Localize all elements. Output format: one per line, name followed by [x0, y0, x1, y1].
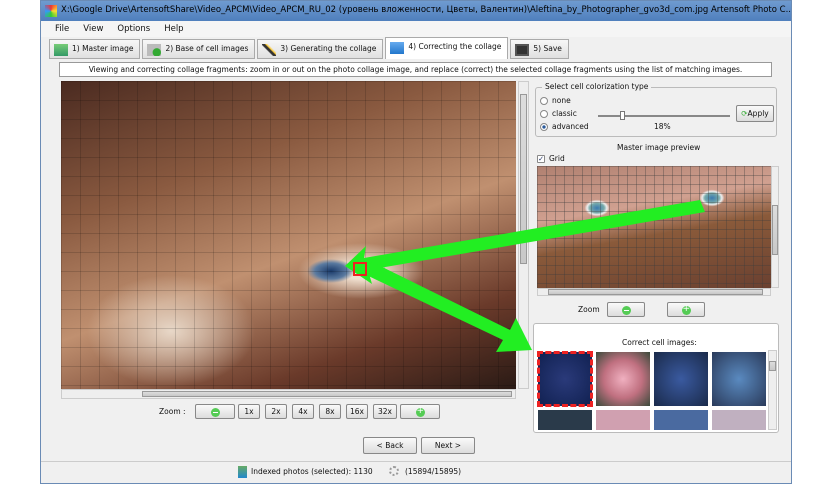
zoom-out-icon [621, 306, 631, 315]
indexed-photos-status: Indexed photos (selected): 1130 [251, 467, 373, 476]
zoom-8x-button[interactable]: 8x [319, 404, 341, 419]
cell-image[interactable] [654, 352, 708, 406]
status-bar: Indexed photos (selected): 1130 (15894/1… [41, 461, 791, 483]
checkbox-checked-icon: ✓ [537, 154, 545, 163]
colorization-slider[interactable] [598, 111, 730, 120]
zoom-16x-button[interactable]: 16x [346, 404, 368, 419]
preview-title: Master image preview [617, 143, 701, 152]
cell-image[interactable] [596, 352, 650, 406]
menu-help[interactable]: Help [164, 24, 183, 37]
zoom-1x-button[interactable]: 1x [238, 404, 260, 419]
cell-image[interactable] [712, 352, 766, 406]
database-add-icon [147, 44, 162, 56]
radio-advanced[interactable]: advanced [540, 122, 589, 131]
next-button[interactable]: Next > [421, 437, 475, 454]
zoom-out-button[interactable] [195, 404, 235, 419]
menu-bar: File View Options Help [41, 21, 791, 37]
selected-cell[interactable] [353, 262, 367, 276]
tab-correcting-collage[interactable]: 4) Correcting the collage [385, 37, 509, 59]
menu-options[interactable]: Options [117, 24, 150, 37]
menu-file[interactable]: File [55, 24, 69, 37]
indexed-photos-icon [238, 466, 247, 478]
collage-hscroll[interactable] [61, 389, 516, 399]
magic-wand-icon [262, 44, 277, 56]
tab-base-of-cell-images[interactable]: 2) Base of cell images [142, 39, 256, 59]
zoom-label: Zoom : [159, 407, 186, 416]
colorization-group: Select cell colorization type none class… [535, 82, 777, 137]
zoom-in-button[interactable] [400, 404, 440, 419]
preview-hscroll[interactable] [537, 288, 771, 296]
slider-value: 18% [654, 122, 671, 131]
preview-zoom-in-button[interactable] [667, 302, 705, 317]
grid-checkbox[interactable]: ✓ Grid [537, 154, 565, 163]
spinner-icon [389, 466, 399, 476]
master-image-preview[interactable] [537, 166, 771, 288]
tab-save[interactable]: 5) Save [510, 39, 569, 59]
image-icon [54, 44, 68, 56]
description-bar: Viewing and correcting collage fragments… [59, 62, 772, 77]
app-icon [45, 5, 57, 17]
cell-image[interactable] [537, 351, 593, 407]
zoom-32x-button[interactable]: 32x [373, 404, 397, 419]
cube-icon [390, 42, 405, 54]
app-window: X:\Google Drive\ArtensoftShare\Video_APC… [40, 0, 792, 484]
wizard-tabs: 1) Master image 2) Base of cell images 3… [41, 37, 791, 59]
zoom-in-icon [415, 405, 425, 418]
back-button[interactable]: < Back [363, 437, 417, 454]
cell-image[interactable] [596, 410, 650, 430]
tab-master-image[interactable]: 1) Master image [49, 39, 141, 59]
zoom-in-icon [681, 303, 691, 316]
collage-canvas[interactable] [61, 81, 516, 389]
preview-vscroll[interactable] [771, 166, 779, 288]
cell-image[interactable] [712, 410, 766, 430]
cells-vscroll[interactable] [768, 350, 777, 430]
zoom-2x-button[interactable]: 2x [265, 404, 287, 419]
window-title: X:\Google Drive\ArtensoftShare\Video_APC… [61, 5, 791, 15]
tab-generating-collage[interactable]: 3) Generating the collage [257, 39, 384, 59]
zoom-4x-button[interactable]: 4x [292, 404, 314, 419]
radio-none[interactable]: none [540, 96, 571, 105]
cell-image[interactable] [654, 410, 708, 430]
title-bar: X:\Google Drive\ArtensoftShare\Video_APC… [41, 1, 791, 21]
cell-image[interactable] [538, 410, 592, 430]
menu-view[interactable]: View [83, 24, 103, 37]
preview-zoom-out-button[interactable] [607, 302, 645, 317]
collage-vscroll[interactable] [518, 81, 529, 389]
correct-cells-group: Correct cell images: [533, 323, 779, 433]
radio-classic[interactable]: classic [540, 109, 577, 118]
zoom-out-icon [210, 408, 220, 417]
preview-zoom-label: Zoom [578, 305, 600, 314]
save-icon [515, 44, 530, 56]
progress-status: (15894/15895) [405, 467, 462, 476]
apply-button[interactable]: ⟳Apply [736, 105, 774, 122]
